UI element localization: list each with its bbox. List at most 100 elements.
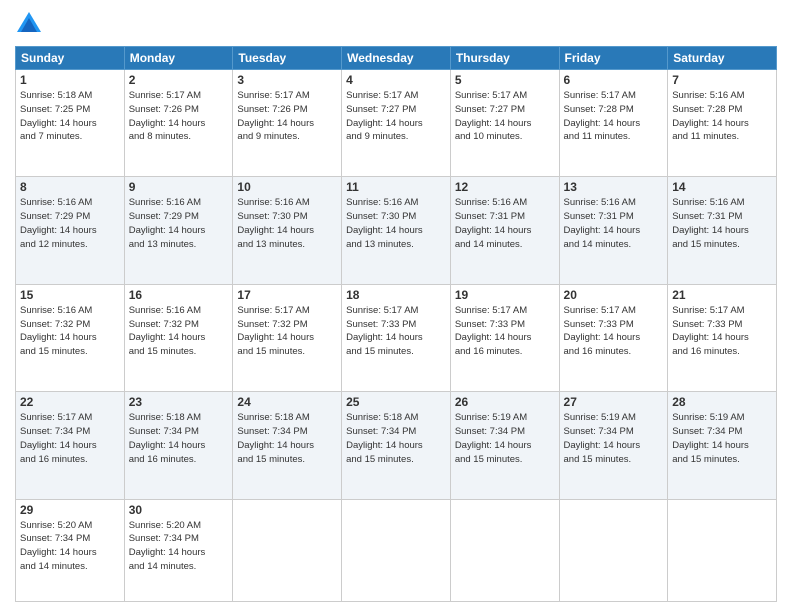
day-number: 27 xyxy=(564,395,664,409)
day-info: Sunrise: 5:17 AM Sunset: 7:33 PM Dayligh… xyxy=(346,304,446,359)
day-info: Sunrise: 5:18 AM Sunset: 7:34 PM Dayligh… xyxy=(237,411,337,466)
calendar-cell xyxy=(559,499,668,601)
day-info: Sunrise: 5:16 AM Sunset: 7:29 PM Dayligh… xyxy=(20,196,120,251)
calendar-cell xyxy=(668,499,777,601)
calendar-cell xyxy=(233,499,342,601)
calendar-header-thursday: Thursday xyxy=(450,47,559,70)
day-info: Sunrise: 5:17 AM Sunset: 7:32 PM Dayligh… xyxy=(237,304,337,359)
calendar-header-row: SundayMondayTuesdayWednesdayThursdayFrid… xyxy=(16,47,777,70)
calendar-header-saturday: Saturday xyxy=(668,47,777,70)
day-number: 23 xyxy=(129,395,229,409)
calendar-cell: 8 Sunrise: 5:16 AM Sunset: 7:29 PM Daylig… xyxy=(16,177,125,284)
calendar-week-row: 1 Sunrise: 5:18 AM Sunset: 7:25 PM Daylig… xyxy=(16,70,777,177)
day-number: 19 xyxy=(455,288,555,302)
calendar-cell: 23 Sunrise: 5:18 AM Sunset: 7:34 PM Dayli… xyxy=(124,392,233,499)
calendar-header-monday: Monday xyxy=(124,47,233,70)
calendar-cell: 25 Sunrise: 5:18 AM Sunset: 7:34 PM Dayli… xyxy=(342,392,451,499)
day-number: 24 xyxy=(237,395,337,409)
calendar-header-wednesday: Wednesday xyxy=(342,47,451,70)
calendar-cell: 22Sunrise: 5:17 AM Sunset: 7:34 PM Dayli… xyxy=(16,392,125,499)
day-number: 3 xyxy=(237,73,337,87)
day-info: Sunrise: 5:17 AM Sunset: 7:26 PM Dayligh… xyxy=(129,89,229,144)
day-info: Sunrise: 5:19 AM Sunset: 7:34 PM Dayligh… xyxy=(672,411,772,466)
day-info: Sunrise: 5:18 AM Sunset: 7:34 PM Dayligh… xyxy=(346,411,446,466)
calendar-cell: 16 Sunrise: 5:16 AM Sunset: 7:32 PM Dayli… xyxy=(124,284,233,391)
calendar-cell: 21 Sunrise: 5:17 AM Sunset: 7:33 PM Dayli… xyxy=(668,284,777,391)
day-number: 15 xyxy=(20,288,120,302)
day-info: Sunrise: 5:19 AM Sunset: 7:34 PM Dayligh… xyxy=(564,411,664,466)
calendar-cell: 9 Sunrise: 5:16 AM Sunset: 7:29 PM Daylig… xyxy=(124,177,233,284)
calendar-body: 1 Sunrise: 5:18 AM Sunset: 7:25 PM Daylig… xyxy=(16,70,777,602)
day-number: 1 xyxy=(20,73,120,87)
day-info: Sunrise: 5:20 AM Sunset: 7:34 PM Dayligh… xyxy=(129,519,229,574)
day-number: 17 xyxy=(237,288,337,302)
day-number: 10 xyxy=(237,180,337,194)
calendar-cell: 26 Sunrise: 5:19 AM Sunset: 7:34 PM Dayli… xyxy=(450,392,559,499)
day-number: 6 xyxy=(564,73,664,87)
day-info: Sunrise: 5:16 AM Sunset: 7:32 PM Dayligh… xyxy=(129,304,229,359)
day-info: Sunrise: 5:16 AM Sunset: 7:29 PM Dayligh… xyxy=(129,196,229,251)
calendar-week-row: 15 Sunrise: 5:16 AM Sunset: 7:32 PM Dayli… xyxy=(16,284,777,391)
calendar-cell: 18 Sunrise: 5:17 AM Sunset: 7:33 PM Dayli… xyxy=(342,284,451,391)
calendar-cell: 14Sunrise: 5:16 AM Sunset: 7:31 PM Dayli… xyxy=(668,177,777,284)
calendar-cell: 10 Sunrise: 5:16 AM Sunset: 7:30 PM Dayli… xyxy=(233,177,342,284)
day-info: Sunrise: 5:16 AM Sunset: 7:28 PM Dayligh… xyxy=(672,89,772,144)
calendar-cell: 6 Sunrise: 5:17 AM Sunset: 7:28 PM Daylig… xyxy=(559,70,668,177)
day-number: 16 xyxy=(129,288,229,302)
calendar-cell: 15 Sunrise: 5:16 AM Sunset: 7:32 PM Dayli… xyxy=(16,284,125,391)
day-info: Sunrise: 5:17 AM Sunset: 7:27 PM Dayligh… xyxy=(455,89,555,144)
logo xyxy=(15,10,47,38)
day-info: Sunrise: 5:16 AM Sunset: 7:30 PM Dayligh… xyxy=(237,196,337,251)
calendar-header-sunday: Sunday xyxy=(16,47,125,70)
page: SundayMondayTuesdayWednesdayThursdayFrid… xyxy=(0,0,792,612)
calendar-cell: 17 Sunrise: 5:17 AM Sunset: 7:32 PM Dayli… xyxy=(233,284,342,391)
day-number: 2 xyxy=(129,73,229,87)
day-number: 11 xyxy=(346,180,446,194)
calendar-header-tuesday: Tuesday xyxy=(233,47,342,70)
day-info: Sunrise: 5:17 AM Sunset: 7:33 PM Dayligh… xyxy=(672,304,772,359)
day-number: 26 xyxy=(455,395,555,409)
calendar-cell: 19 Sunrise: 5:17 AM Sunset: 7:33 PM Dayli… xyxy=(450,284,559,391)
day-info: Sunrise: 5:17 AM Sunset: 7:34 PM Dayligh… xyxy=(20,411,120,466)
day-number: 21 xyxy=(672,288,772,302)
day-info: Sunrise: 5:17 AM Sunset: 7:26 PM Dayligh… xyxy=(237,89,337,144)
day-number: 14 xyxy=(672,180,772,194)
header xyxy=(15,10,777,38)
day-number: 29 xyxy=(20,503,120,517)
calendar-cell: 30 Sunrise: 5:20 AM Sunset: 7:34 PM Dayli… xyxy=(124,499,233,601)
day-info: Sunrise: 5:16 AM Sunset: 7:31 PM Dayligh… xyxy=(564,196,664,251)
calendar-cell: 4Sunrise: 5:17 AM Sunset: 7:27 PM Daylig… xyxy=(342,70,451,177)
day-info: Sunrise: 5:16 AM Sunset: 7:31 PM Dayligh… xyxy=(455,196,555,251)
day-info: Sunrise: 5:18 AM Sunset: 7:25 PM Dayligh… xyxy=(20,89,120,144)
calendar-cell: 20 Sunrise: 5:17 AM Sunset: 7:33 PM Dayli… xyxy=(559,284,668,391)
calendar-cell: 24 Sunrise: 5:18 AM Sunset: 7:34 PM Dayli… xyxy=(233,392,342,499)
calendar-cell: 28Sunrise: 5:19 AM Sunset: 7:34 PM Dayli… xyxy=(668,392,777,499)
calendar-cell: 2 Sunrise: 5:17 AM Sunset: 7:26 PM Daylig… xyxy=(124,70,233,177)
day-info: Sunrise: 5:19 AM Sunset: 7:34 PM Dayligh… xyxy=(455,411,555,466)
day-info: Sunrise: 5:20 AM Sunset: 7:34 PM Dayligh… xyxy=(20,519,120,574)
day-number: 8 xyxy=(20,180,120,194)
calendar-cell xyxy=(450,499,559,601)
calendar-week-row: 8 Sunrise: 5:16 AM Sunset: 7:29 PM Daylig… xyxy=(16,177,777,284)
day-number: 9 xyxy=(129,180,229,194)
day-number: 25 xyxy=(346,395,446,409)
calendar-cell: 13 Sunrise: 5:16 AM Sunset: 7:31 PM Dayli… xyxy=(559,177,668,284)
day-number: 4 xyxy=(346,73,446,87)
day-number: 20 xyxy=(564,288,664,302)
calendar-cell xyxy=(342,499,451,601)
day-info: Sunrise: 5:16 AM Sunset: 7:32 PM Dayligh… xyxy=(20,304,120,359)
day-info: Sunrise: 5:16 AM Sunset: 7:30 PM Dayligh… xyxy=(346,196,446,251)
calendar-cell: 3 Sunrise: 5:17 AM Sunset: 7:26 PM Daylig… xyxy=(233,70,342,177)
day-number: 30 xyxy=(129,503,229,517)
day-number: 12 xyxy=(455,180,555,194)
day-number: 18 xyxy=(346,288,446,302)
day-number: 7 xyxy=(672,73,772,87)
day-info: Sunrise: 5:17 AM Sunset: 7:33 PM Dayligh… xyxy=(564,304,664,359)
day-info: Sunrise: 5:18 AM Sunset: 7:34 PM Dayligh… xyxy=(129,411,229,466)
day-info: Sunrise: 5:17 AM Sunset: 7:28 PM Dayligh… xyxy=(564,89,664,144)
day-number: 13 xyxy=(564,180,664,194)
calendar-cell: 29 Sunrise: 5:20 AM Sunset: 7:34 PM Dayli… xyxy=(16,499,125,601)
day-info: Sunrise: 5:17 AM Sunset: 7:33 PM Dayligh… xyxy=(455,304,555,359)
calendar-cell: 5Sunrise: 5:17 AM Sunset: 7:27 PM Daylig… xyxy=(450,70,559,177)
calendar-week-row: 29 Sunrise: 5:20 AM Sunset: 7:34 PM Dayli… xyxy=(16,499,777,601)
